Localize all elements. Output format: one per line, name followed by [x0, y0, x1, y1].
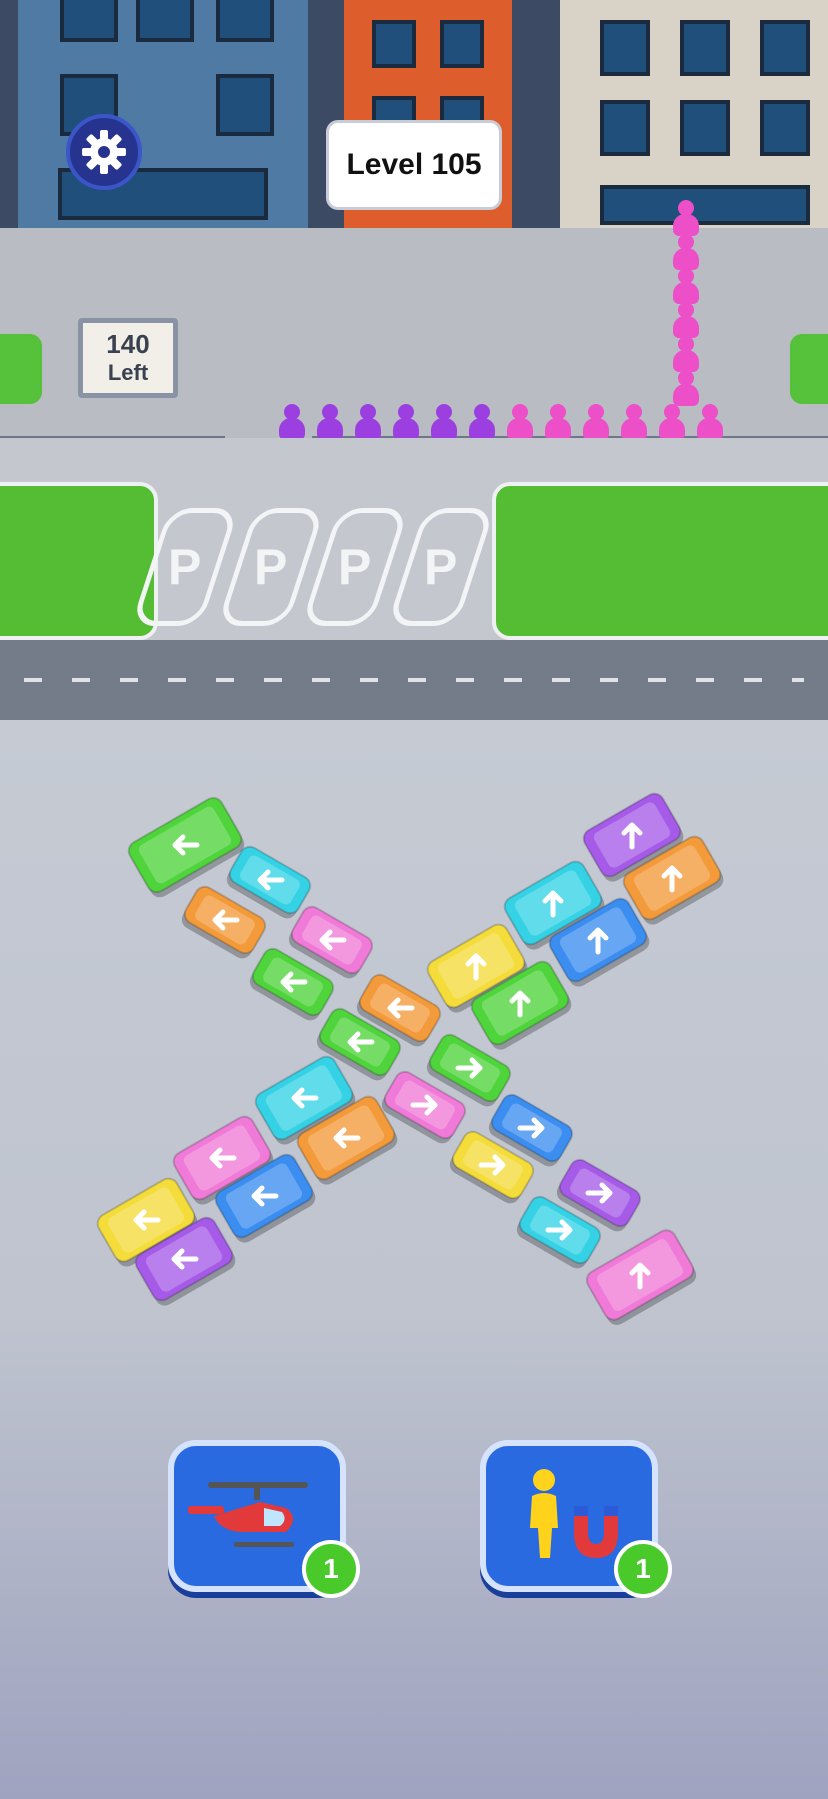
vehicle-puzzle-area [0, 720, 828, 1799]
passenger [504, 404, 536, 440]
grass-left [0, 482, 158, 640]
settings-button[interactable] [66, 114, 142, 190]
passenger [428, 404, 460, 440]
passenger [670, 200, 702, 236]
parking-spot-label: P [168, 539, 202, 595]
helicopter-booster-button[interactable]: 1 [168, 1440, 360, 1598]
passenger [670, 234, 702, 270]
passenger [670, 302, 702, 338]
passenger [670, 268, 702, 304]
passenger [670, 370, 702, 406]
level-label: Level 105 [346, 148, 482, 181]
road [0, 640, 828, 720]
plaza: 140 Left [0, 200, 828, 444]
passenger [670, 336, 702, 372]
building-blue [18, 0, 308, 245]
passengers-left-sign: 140 Left [78, 318, 178, 398]
road-dash-line [24, 678, 804, 682]
passenger [694, 404, 726, 440]
magnet-booster-count: 1 [635, 1553, 651, 1584]
passenger [580, 404, 612, 440]
grass-right [492, 482, 828, 640]
level-badge: Level 105 [326, 120, 502, 210]
passenger [656, 404, 688, 440]
passengers-left-label: Left [107, 360, 149, 385]
parking-spot-label: P [254, 539, 288, 595]
tree [790, 334, 828, 404]
passenger [542, 404, 574, 440]
magnet-booster-button[interactable]: 1 [480, 1440, 672, 1598]
passengers-left-count: 140 [106, 329, 150, 359]
passenger [314, 404, 346, 440]
parking-spot-label: P [424, 539, 458, 595]
parking-lot: PPPP [0, 438, 828, 643]
passenger [466, 404, 498, 440]
magnet-booster-count-badge: 1 [614, 1540, 672, 1598]
tree [0, 334, 42, 404]
helicopter-booster-count-badge: 1 [302, 1540, 360, 1598]
passenger [390, 404, 422, 440]
passenger [276, 404, 308, 440]
parking-spot: P [386, 508, 496, 626]
parking-spot-label: P [338, 539, 372, 595]
passenger [352, 404, 384, 440]
gear-icon [82, 130, 126, 174]
helicopter-booster-count: 1 [323, 1553, 339, 1584]
passenger [618, 404, 650, 440]
